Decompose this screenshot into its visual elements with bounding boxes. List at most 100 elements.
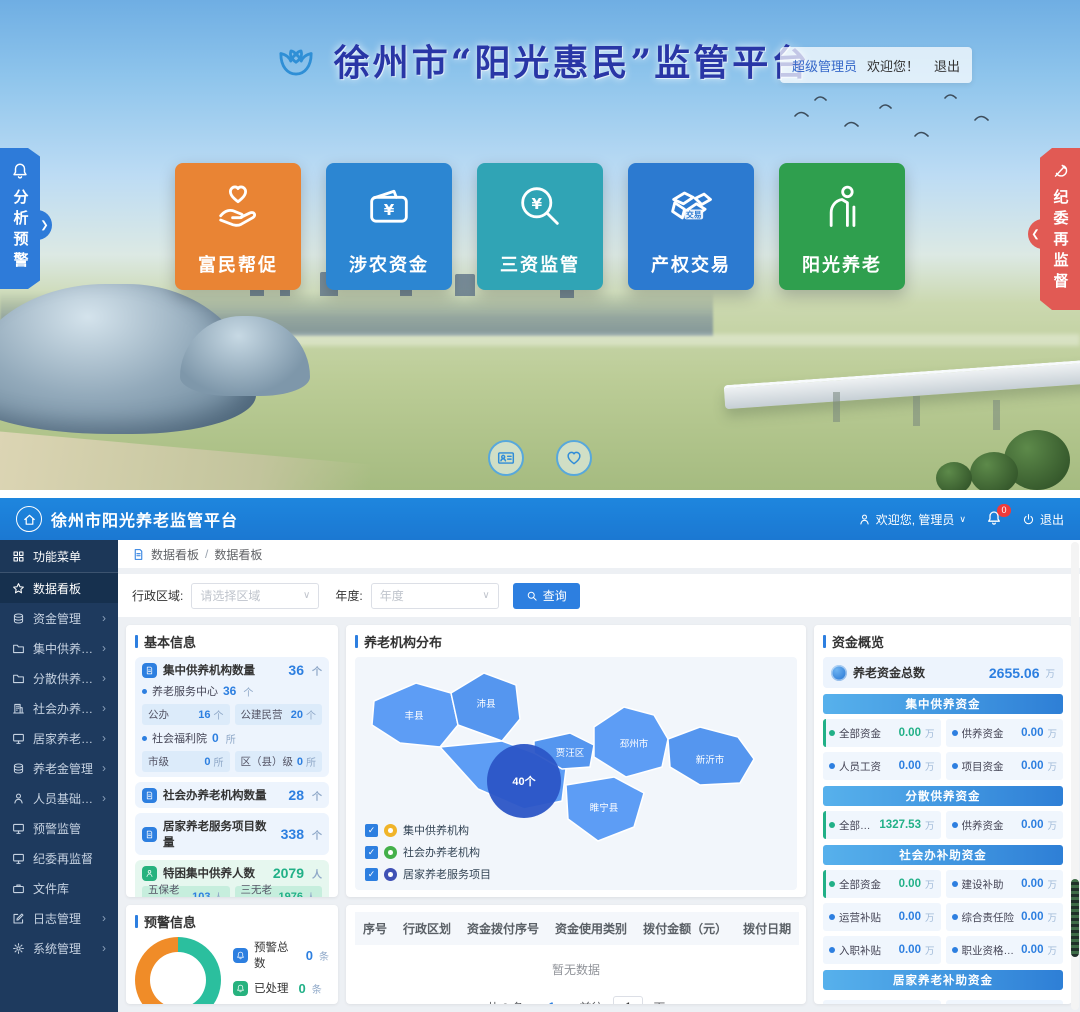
birds <box>785 86 1025 156</box>
dashboard-logo-icon <box>16 506 42 532</box>
monitor-icon <box>12 852 25 865</box>
breadcrumb-root[interactable]: 数据看板 <box>151 546 199 563</box>
module-tiles: 富民帮促 涉农资金 三资监管 交易 产权交易 阳 <box>0 163 1080 290</box>
svg-text:丰县: 丰县 <box>404 710 423 722</box>
fund-stat: 运营补贴0.00万 <box>823 903 941 931</box>
dashboard-topbar: 徐州市阳光养老监管平台 欢迎您, 管理员 ∨ 0 退出 <box>0 498 1080 540</box>
current-page[interactable]: 1 <box>548 1000 555 1004</box>
analysis-warning-banner[interactable]: 分析预警 <box>0 148 40 289</box>
sidebar-item-centralized-fund[interactable]: 集中供养资金 <box>0 633 118 663</box>
checkbox-centralized[interactable] <box>365 824 378 837</box>
fund-stat: 供养资金0.00万 <box>946 811 1064 839</box>
page-scrollbar <box>1071 542 1079 1010</box>
sidebar-item-system-management[interactable]: 系统管理 <box>0 933 118 963</box>
breadcrumb-current: 数据看板 <box>214 546 262 563</box>
checkbox-homecare[interactable] <box>365 868 378 881</box>
basic-info-panel: 基本信息 集中供养机构数量 36个 养老服务中心 36 个 公办16个 公建民营… <box>126 625 338 897</box>
folder-icon <box>12 642 25 655</box>
warning-info-panel: 预警信息 预警总数 0 条 <box>126 905 338 1004</box>
homecare-marker-icon <box>384 868 397 881</box>
sidebar-item-data-board[interactable]: 数据看板 <box>0 573 118 603</box>
elder-icon <box>816 180 868 232</box>
warning-handled-stat: 已处理 0 条 <box>233 980 329 996</box>
scrollbar-thumb[interactable] <box>1071 879 1079 957</box>
hand-heart-icon <box>212 180 264 232</box>
warning-total-stat: 预警总数 0 条 <box>233 939 329 971</box>
stat-chip: 五保老人103人 <box>142 886 230 897</box>
left-banner-label: 分析预警 <box>10 189 31 273</box>
map-legend: 集中供养机构 社会办养老机构 <box>365 822 491 882</box>
goto-page-input[interactable] <box>613 996 643 1004</box>
stat-chip: 公办16个 <box>142 704 230 725</box>
sidebar-item-warning-supervision[interactable]: 预警监管 <box>0 813 118 843</box>
tile-sanzi-jianguan[interactable]: 三资监管 <box>477 163 603 290</box>
tile-fumin-bangcu[interactable]: 富民帮促 <box>175 163 301 290</box>
sidebar: 功能菜单 数据看板 资金管理 集中供养资金 分散供养资金 社会办养老机构 居家养… <box>0 540 118 1012</box>
prev-page-button[interactable] <box>534 1000 538 1005</box>
next-page-button[interactable] <box>565 1000 569 1005</box>
query-button[interactable]: 查询 <box>513 583 580 609</box>
sidebar-item-file-library[interactable]: 文件库 <box>0 873 118 903</box>
notification-bell[interactable]: 0 <box>986 510 1002 529</box>
fund-stat: 建设补助0.00万 <box>946 1000 1064 1004</box>
fund-stat: 入职补贴0.00万 <box>823 936 941 964</box>
coins-icon <box>12 612 25 625</box>
dashboard: 徐州市阳光养老监管平台 欢迎您, 管理员 ∨ 0 退出 <box>0 498 1080 1012</box>
checkbox-social[interactable] <box>365 846 378 859</box>
empty-table-placeholder: 暂无数据 <box>355 945 797 988</box>
notification-badge: 0 <box>997 504 1011 517</box>
discipline-supervision-banner[interactable]: 纪委再监督 <box>1040 148 1080 310</box>
briefcase-icon <box>12 882 25 895</box>
tile-shenong-zijin[interactable]: 涉农资金 <box>326 163 452 290</box>
tile-yangguang-yanglao[interactable]: 阳光养老 <box>779 163 905 290</box>
platform-logo-icon <box>270 34 322 86</box>
section-decentralized-funds: 分散供养资金 <box>823 786 1063 806</box>
region-select[interactable]: 请选择区域 <box>191 583 319 609</box>
monitor-icon <box>12 732 25 745</box>
grid-icon <box>12 550 25 563</box>
centralized-institutions-block: 集中供养机构数量 36个 养老服务中心 36 个 公办16个 公建民营20个 社… <box>135 657 329 777</box>
sidebar-item-personnel-info[interactable]: 人员基础信息 <box>0 783 118 813</box>
heart-float-button[interactable] <box>556 440 592 476</box>
user-role: 超级管理员 <box>792 56 857 75</box>
svg-text:沛县: 沛县 <box>476 698 495 710</box>
fund-stat: 建设补助0.00万 <box>946 870 1064 898</box>
welcome-text: 欢迎您！ <box>867 56 919 75</box>
year-filter-label: 年度: <box>335 587 362 604</box>
svg-text:新沂市: 新沂市 <box>696 754 725 766</box>
logout-button[interactable]: 退出 <box>1022 511 1064 528</box>
dashboard-title: 徐州市阳光养老监管平台 <box>51 507 238 531</box>
hero-logout-button[interactable]: 退出 <box>934 56 960 75</box>
sidebar-item-social-institutions[interactable]: 社会办养老机构 <box>0 693 118 723</box>
hero-landing: 徐州市“阳光惠民”监管平台 超级管理员 欢迎您！ 退出 分析预警 纪委再监督 <box>0 0 1080 490</box>
main-content: 数据看板 数据看板 行政区域: 请选择区域 年度: 年度 查询 <box>118 540 1080 1012</box>
fund-allocation-table-panel: 序号 行政区划 资金拨付序号 资金使用类别 拨付金额（元） 拨付日期 暂无数据 <box>346 905 806 1004</box>
wallet-yuan-icon <box>363 180 415 232</box>
stat-chip: 公建民营20个 <box>235 704 323 725</box>
sidebar-item-home-care-projects[interactable]: 居家养老服务项目 <box>0 723 118 753</box>
power-icon <box>1022 513 1035 526</box>
page-unit-label: 页 <box>653 999 665 1005</box>
fund-stat: 运营补贴0.00万 <box>823 1000 941 1004</box>
gear-icon <box>12 942 25 955</box>
map-panel-title: 养老机构分布 <box>355 632 797 651</box>
idcard-float-button[interactable] <box>488 440 524 476</box>
tile-chanquan-jiaoyi[interactable]: 交易 产权交易 <box>628 163 754 290</box>
building-icon <box>12 702 25 715</box>
sidebar-item-fund-management[interactable]: 资金管理 <box>0 603 118 633</box>
sidebar-item-discipline-supervision[interactable]: 纪委再监督 <box>0 843 118 873</box>
svg-text:贾汪区: 贾汪区 <box>556 747 585 759</box>
sidebar-item-decentralized-fund[interactable]: 分散供养资金 <box>0 663 118 693</box>
bell-icon <box>11 162 29 180</box>
user-menu[interactable]: 欢迎您, 管理员 ∨ <box>858 511 966 528</box>
right-banner-label: 纪委再监督 <box>1050 189 1071 294</box>
year-select[interactable]: 年度 <box>371 583 499 609</box>
pagination: 共 0 条 1 前往 页 <box>355 988 797 1004</box>
topbar-welcome: 欢迎您, 管理员 <box>876 511 955 528</box>
fund-stat: 全部资金1327.53万 <box>823 811 941 839</box>
sidebar-item-pension-management[interactable]: 养老金管理 <box>0 753 118 783</box>
social-marker-icon <box>384 846 397 859</box>
sidebar-item-log-management[interactable]: 日志管理 <box>0 903 118 933</box>
fund-stat: 全部资金0.00万 <box>823 870 941 898</box>
xuzhou-district-map[interactable]: 丰县 沛县 贾汪区 邳州市 新沂市 睢宁县 40个 <box>355 657 797 890</box>
